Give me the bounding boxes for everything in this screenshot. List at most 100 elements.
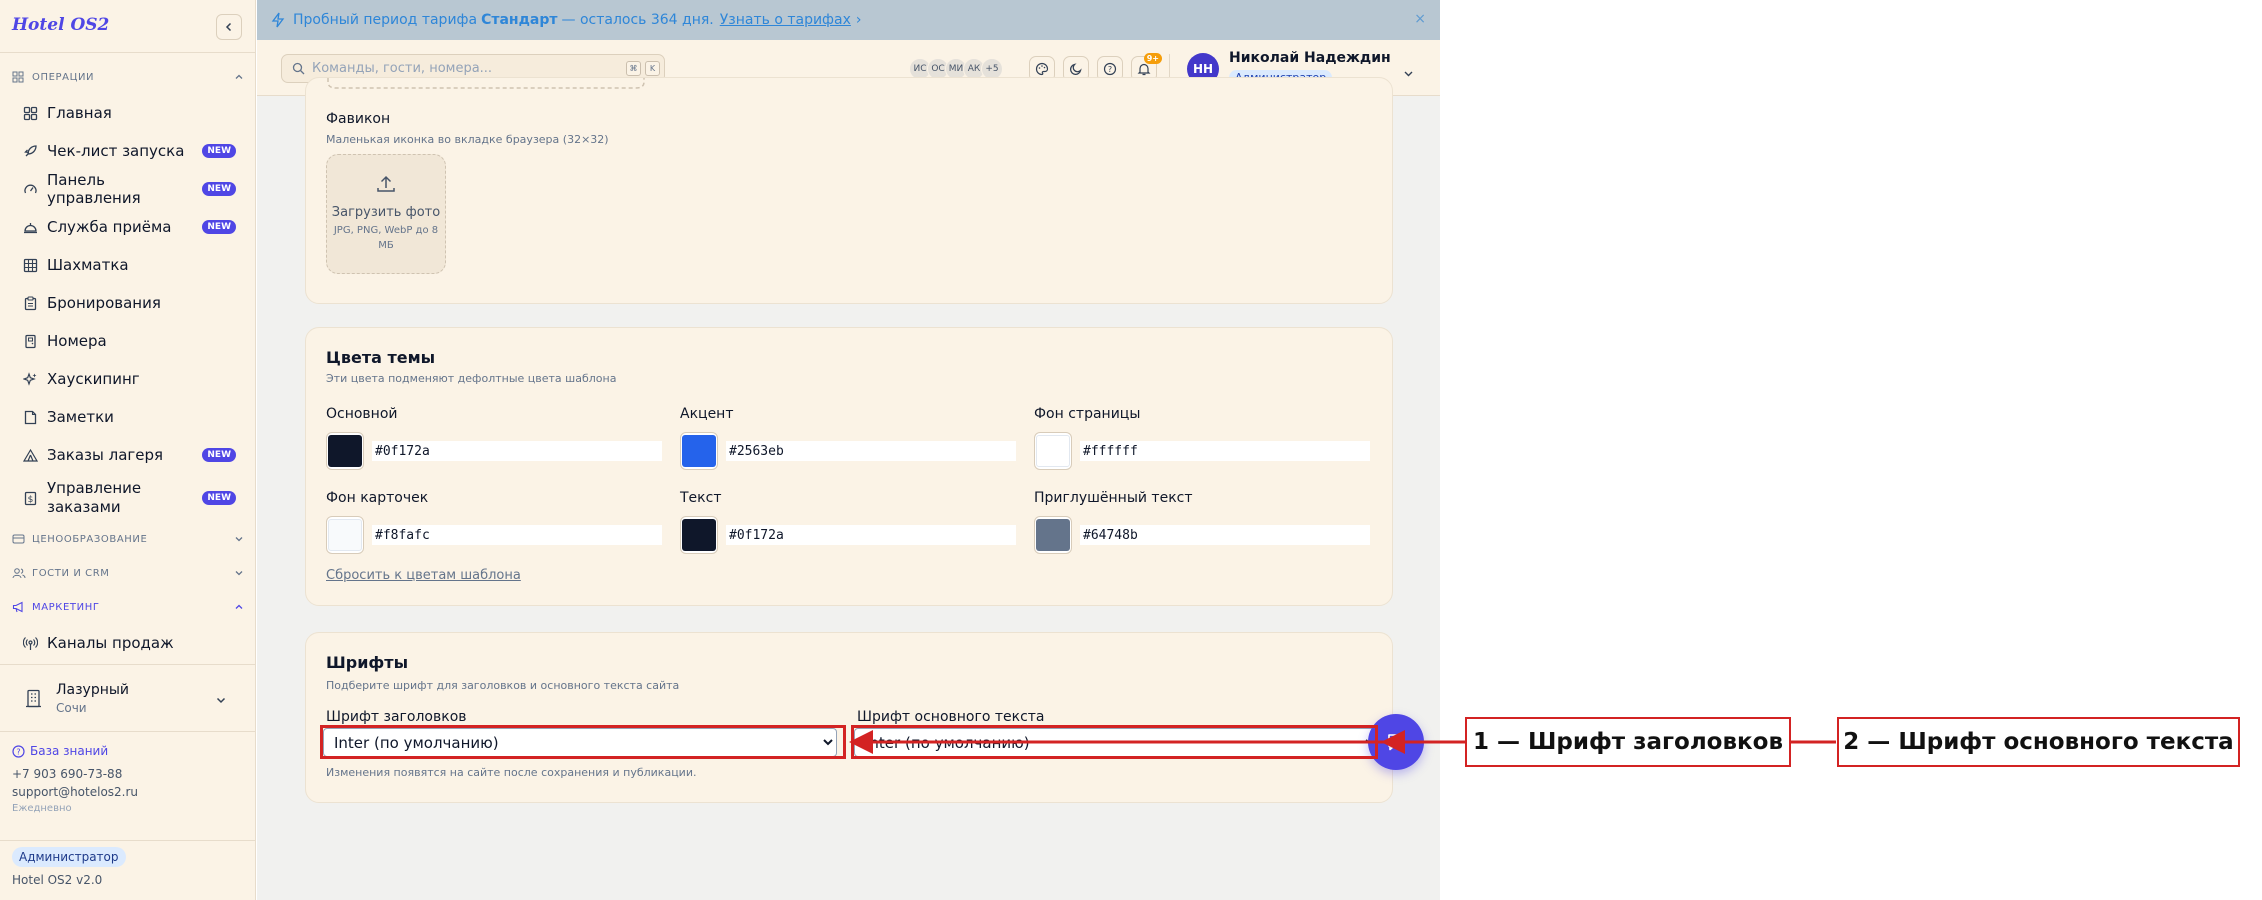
color-label: Основной: [326, 406, 398, 422]
sidebar-item-control-panel[interactable]: Панель управления NEW: [0, 170, 256, 208]
svg-text:?: ?: [16, 747, 20, 756]
hex-input[interactable]: [726, 525, 1016, 545]
color-swatch[interactable]: [326, 432, 364, 470]
help-circle-icon: ?: [1103, 62, 1117, 76]
color-swatch[interactable]: [1034, 516, 1072, 554]
dashboard-icon: [22, 105, 38, 121]
brand-header: Hotel OS2: [0, 0, 256, 53]
color-label: Текст: [680, 490, 722, 506]
grid-icon: [22, 257, 38, 273]
color-field-page-bg: Фон страницы: [1034, 406, 1374, 470]
hex-input[interactable]: [726, 441, 1016, 461]
sidebar-item-label: Каналы продаж: [47, 634, 174, 652]
chevron-down-icon[interactable]: [1403, 64, 1414, 83]
sidebar-item-room-grid[interactable]: Шахматка: [0, 246, 256, 284]
chat-icon: [1388, 734, 1404, 751]
hex-input[interactable]: [372, 441, 662, 461]
hotel-switcher[interactable]: Лазурный Сочи: [0, 664, 256, 732]
building-icon: [25, 689, 42, 712]
upload-hint: JPG, PNG, WebP до 8 МБ: [333, 225, 439, 251]
brand-logo[interactable]: Hotel OS2: [12, 15, 109, 35]
sidebar-item-home[interactable]: Главная: [0, 94, 256, 132]
section-label: ЦЕНООБРАЗОВАНИЕ: [32, 533, 148, 545]
knowledge-base-link[interactable]: ? База знаний: [12, 742, 244, 760]
color-swatch[interactable]: [1034, 432, 1072, 470]
sidebar-item-label: Главная: [47, 104, 112, 122]
sidebar-item-housekeeping[interactable]: Хаускипинг: [0, 360, 256, 398]
section-pricing[interactable]: ЦЕНООБРАЗОВАНИЕ: [0, 522, 256, 556]
trial-prefix: Пробный период тарифа: [293, 12, 478, 28]
trial-banner: Пробный период тарифа Стандарт — осталос…: [257, 0, 1440, 40]
tent-icon: [22, 447, 38, 463]
sidebar-item-order-management[interactable]: $ Управление заказами NEW: [0, 474, 256, 522]
support-email[interactable]: support@hotelos2.ru: [12, 785, 244, 803]
new-badge: NEW: [202, 182, 236, 196]
pricing-link[interactable]: Узнать о тарифах: [720, 12, 851, 28]
svg-text:$: $: [27, 495, 33, 505]
help-circle-icon: ?: [12, 744, 25, 758]
lightning-icon: [271, 12, 285, 28]
sidebar-item-rooms[interactable]: Номера: [0, 322, 256, 360]
sidebar-item-label: Шахматка: [47, 256, 129, 274]
upload-icon: [327, 173, 445, 199]
section-guests-crm[interactable]: ГОСТИ И CRM: [0, 556, 256, 590]
app-main: Пробный период тарифа Стандарт — осталос…: [257, 0, 1440, 900]
section-marketing[interactable]: МАРКЕТИНГ: [0, 590, 256, 624]
chat-button[interactable]: [1368, 714, 1424, 770]
sidebar-item-launch-checklist[interactable]: Чек-лист запуска NEW: [0, 132, 256, 170]
body-font-label: Шрифт основного текста: [857, 709, 1045, 725]
support-phone[interactable]: +7 903 690-73-88: [12, 767, 244, 785]
sidebar-item-notes[interactable]: Заметки: [0, 398, 256, 436]
sidebar-item-label: Хаускипинг: [47, 370, 140, 388]
chevron-up-icon: [235, 604, 243, 609]
section-operations[interactable]: ОПЕРАЦИИ: [0, 60, 256, 94]
megaphone-icon: [12, 600, 26, 614]
theme-colors-subtitle: Эти цвета подменяют дефолтные цвета шабл…: [326, 372, 617, 385]
body-font-select[interactable]: Inter (по умолчанию): [854, 728, 1379, 757]
door-icon: [22, 333, 38, 349]
sidebar-item-camp-orders[interactable]: Заказы лагеря NEW: [0, 436, 256, 474]
color-field-text: Текст: [680, 490, 1020, 554]
app-version: Hotel OS2 v2.0: [12, 873, 103, 887]
sidebar-item-label: Заметки: [47, 408, 114, 426]
sidebar-item-label: Управление заказами: [47, 479, 142, 516]
sidebar-item-label: Панель управления: [47, 171, 141, 207]
trial-remaining: — осталось 364 дня.: [561, 12, 714, 28]
sidebar-item-front-desk[interactable]: Служба приёма NEW: [0, 208, 256, 246]
color-field-card-bg: Фон карточек: [326, 490, 666, 554]
color-field-accent: Акцент: [680, 406, 1020, 470]
sidebar-item-sales-channels[interactable]: Каналы продаж: [0, 624, 256, 662]
clipboard-icon: [22, 295, 38, 311]
favicon-upload-button[interactable]: Загрузить фото JPG, PNG, WebP до 8 МБ: [326, 154, 446, 274]
new-badge: NEW: [202, 491, 236, 505]
color-swatch[interactable]: [680, 432, 718, 470]
fonts-subtitle: Подберите шрифт для заголовков и основно…: [326, 679, 680, 692]
hex-input[interactable]: [1080, 525, 1370, 545]
sidebar-item-bookings[interactable]: Бронирования: [0, 284, 256, 322]
notification-count: 9+: [1143, 53, 1162, 64]
hex-input[interactable]: [1080, 441, 1370, 461]
logo-favicon-card: Фавикон Маленькая иконка во вкладке брау…: [305, 77, 1393, 304]
receipt-icon: $: [22, 490, 38, 506]
theme-colors-card: Цвета темы Эти цвета подменяют дефолтные…: [305, 327, 1393, 606]
color-swatch[interactable]: [680, 516, 718, 554]
bell-icon: [1137, 63, 1151, 76]
close-banner-icon[interactable]: ×: [1414, 11, 1426, 27]
reset-colors-link[interactable]: Сбросить к цветам шаблона: [326, 568, 521, 583]
heading-font-select[interactable]: Inter (по умолчанию): [323, 728, 837, 757]
annotation-label-1: 1 — Шрифт заголовков: [1465, 717, 1791, 767]
sidebar-item-label: Номера: [47, 332, 107, 350]
radio-icon: [22, 635, 38, 651]
role-badge: Администратор: [12, 847, 126, 867]
search-input[interactable]: [312, 61, 626, 76]
collapse-sidebar-button[interactable]: [216, 14, 242, 40]
user-name[interactable]: Николай Надеждин: [1229, 50, 1391, 66]
color-swatch[interactable]: [326, 516, 364, 554]
search-icon: [292, 62, 305, 75]
color-label: Фон страницы: [1034, 406, 1141, 422]
svg-text:?: ?: [1108, 65, 1112, 74]
sidebar-item-label: Бронирования: [47, 294, 161, 312]
new-badge: NEW: [202, 220, 236, 234]
color-label: Акцент: [680, 406, 734, 422]
hex-input[interactable]: [372, 525, 662, 545]
